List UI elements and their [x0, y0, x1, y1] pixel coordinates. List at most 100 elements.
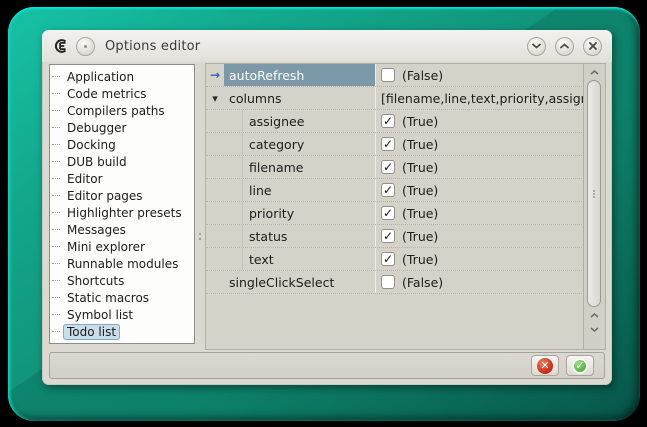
screenshot-stage: Options editor [0, 0, 647, 427]
row-gutter [206, 248, 224, 270]
property-name[interactable]: autoRefresh [224, 64, 375, 86]
scrollbar-thumb[interactable] [587, 80, 601, 307]
value-text-editable[interactable]: [filename,line,text,priority,assigne [381, 91, 584, 106]
property-row-category[interactable]: category ✓ (True) [206, 133, 584, 156]
tree-line [52, 93, 60, 94]
row-gutter [206, 156, 224, 178]
sidebar-item-highlighter-presets[interactable]: Highlighter presets [50, 204, 194, 221]
close-button[interactable] [583, 37, 602, 56]
accept-icon: ✓ [572, 358, 588, 374]
chevron-down-icon [532, 43, 541, 49]
collapse-chevron-icon[interactable]: ▾ [212, 92, 218, 105]
minimize-button[interactable] [527, 37, 546, 56]
property-row-filename[interactable]: filename ✓ (True) [206, 156, 584, 179]
property-value: [filename,line,text,priority,assigne [375, 87, 584, 109]
row-gutter [206, 271, 224, 293]
chevron-up-icon [560, 43, 569, 49]
property-rows: → autoRefresh (False) ▾ columns [filenam… [206, 64, 584, 349]
sidebar-item-docking[interactable]: Docking [50, 136, 194, 153]
property-row-autorefresh[interactable]: → autoRefresh (False) [206, 64, 584, 87]
property-name[interactable]: singleClickSelect [224, 271, 375, 293]
sidebar-item-editor[interactable]: Editor [50, 170, 194, 187]
value-text: (False) [402, 275, 443, 290]
tree-line [52, 110, 60, 111]
property-name[interactable]: text [242, 248, 375, 270]
value-text: (True) [402, 252, 438, 267]
tree-line [52, 178, 60, 179]
sidebar-item-static-macros[interactable]: Static macros [50, 289, 194, 306]
checkbox-unchecked[interactable] [381, 275, 395, 289]
property-name[interactable]: line [242, 179, 375, 201]
sidebar-item-symbol-list[interactable]: Symbol list [50, 306, 194, 323]
window-menu-button[interactable] [76, 37, 95, 56]
window-title: Options editor [105, 39, 200, 54]
close-icon [589, 42, 597, 50]
row-gutter [206, 133, 224, 155]
property-name[interactable]: filename [242, 156, 375, 178]
property-row-line[interactable]: line ✓ (True) [206, 179, 584, 202]
sidebar-item-todo-list[interactable]: Todo list [50, 323, 194, 340]
current-row-arrow-icon: → [210, 68, 220, 82]
sidebar-item-application[interactable]: Application [50, 68, 194, 85]
accept-button[interactable]: ✓ [566, 355, 594, 376]
sidebar-item-editor-pages[interactable]: Editor pages [50, 187, 194, 204]
property-name[interactable]: category [242, 133, 375, 155]
grid-vertical-scrollbar[interactable] [583, 64, 605, 349]
titlebar[interactable]: Options editor [42, 30, 612, 62]
value-text: (True) [402, 183, 438, 198]
tree-line [52, 76, 60, 77]
checkbox-checked[interactable]: ✓ [381, 252, 395, 266]
property-name[interactable]: priority [242, 202, 375, 224]
sidebar-item-runnable-modules[interactable]: Runnable modules [50, 255, 194, 272]
checkbox-checked[interactable]: ✓ [381, 114, 395, 128]
property-name[interactable]: status [242, 225, 375, 247]
sidebar-item-messages[interactable]: Messages [50, 221, 194, 238]
row-gutter [206, 179, 224, 201]
row-gutter [206, 110, 224, 132]
sidebar-item-shortcuts[interactable]: Shortcuts [50, 272, 194, 289]
tree-line [52, 161, 60, 162]
chevron-up-icon [590, 313, 599, 318]
chevron-up-icon [590, 70, 599, 75]
property-row-status[interactable]: status ✓ (True) [206, 225, 584, 248]
sidebar-item-compilers-paths[interactable]: Compilers paths [50, 102, 194, 119]
checkbox-checked[interactable]: ✓ [381, 137, 395, 151]
tree-line [52, 127, 60, 128]
sidebar-item-debugger[interactable]: Debugger [50, 119, 194, 136]
sidebar-splitter[interactable] [197, 64, 204, 344]
property-row-assignee[interactable]: assignee ✓ (True) [206, 110, 584, 133]
scroll-up-button[interactable] [584, 65, 605, 79]
tree-line [52, 212, 60, 213]
maximize-button[interactable] [555, 37, 574, 56]
cancel-icon: ✕ [537, 358, 553, 374]
checkbox-checked[interactable]: ✓ [381, 206, 395, 220]
row-gutter: → [206, 64, 224, 86]
sidebar-item-mini-explorer[interactable]: Mini explorer [50, 238, 194, 255]
row-gutter [206, 225, 224, 247]
property-row-text[interactable]: text ✓ (True) [206, 248, 584, 271]
row-gutter [206, 202, 224, 224]
category-tree: Application Code metrics Compilers paths… [49, 64, 195, 344]
app-logo-icon [52, 38, 70, 54]
sidebar-item-code-metrics[interactable]: Code metrics [50, 85, 194, 102]
tree-line [52, 229, 60, 230]
scroll-up-button-bottom[interactable] [584, 308, 605, 322]
property-row-priority[interactable]: priority ✓ (True) [206, 202, 584, 225]
checkbox-unchecked[interactable] [381, 68, 395, 82]
tree-line [52, 314, 60, 315]
checkbox-checked[interactable]: ✓ [381, 160, 395, 174]
property-row-columns[interactable]: ▾ columns [filename,line,text,priority,a… [206, 87, 584, 110]
property-row-singleclickselect[interactable]: singleClickSelect (False) [206, 271, 584, 294]
sidebar-item-dub-build[interactable]: DUB build [50, 153, 194, 170]
tree-line [52, 144, 60, 145]
checkbox-checked[interactable]: ✓ [381, 229, 395, 243]
checkbox-checked[interactable]: ✓ [381, 183, 395, 197]
value-text: (True) [402, 160, 438, 175]
value-text: (True) [402, 114, 438, 129]
property-value: ✓ (True) [375, 179, 584, 201]
tree-line [52, 280, 60, 281]
scroll-down-button[interactable] [584, 322, 605, 336]
cancel-button[interactable]: ✕ [531, 355, 559, 376]
property-name[interactable]: columns [224, 87, 375, 109]
property-name[interactable]: assignee [242, 110, 375, 132]
